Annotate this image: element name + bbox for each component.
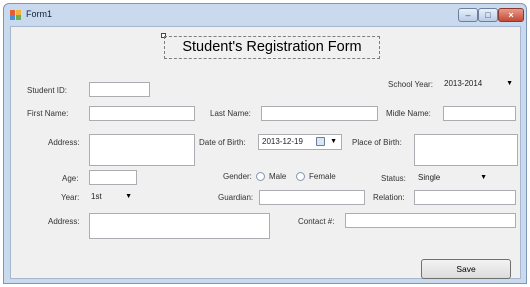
maximize-button[interactable]: □: [478, 8, 498, 22]
date-of-birth-picker[interactable]: 2013-12-19 ▼: [258, 134, 342, 150]
maximize-icon: □: [485, 10, 491, 20]
middle-name-input[interactable]: [443, 106, 516, 121]
chevron-down-icon: ▼: [480, 174, 487, 181]
chevron-down-icon: ▼: [125, 193, 132, 200]
app-icon: [10, 10, 21, 20]
form-heading: Student's Registration Form: [164, 36, 380, 59]
first-name-label: First Name:: [27, 109, 69, 118]
app-window: Form1 – □ × Student's Registration Form …: [3, 3, 527, 284]
gender-label: Gender:: [223, 172, 252, 181]
address-textarea[interactable]: [89, 134, 195, 166]
female-radio[interactable]: [296, 172, 305, 181]
title-bar: Form1 – □ ×: [4, 4, 526, 26]
year-value: 1st: [91, 192, 102, 201]
last-name-label: Last Name:: [210, 109, 251, 118]
guardian-label: Guardian:: [218, 193, 254, 202]
chevron-down-icon: ▼: [506, 80, 513, 87]
form-client-area: Student's Registration Form Student ID: …: [10, 26, 521, 279]
place-of-birth-label: Place of Birth:: [352, 138, 402, 147]
last-name-input[interactable]: [261, 106, 378, 121]
middle-name-label: Midle Name:: [386, 109, 431, 118]
student-id-label: Student ID:: [27, 86, 68, 95]
contact-input[interactable]: [345, 213, 516, 228]
chevron-down-icon: ▼: [330, 138, 337, 145]
year-label: Year:: [61, 193, 80, 202]
relation-label: Relation:: [373, 193, 405, 202]
date-of-birth-label: Date of Birth:: [199, 138, 246, 147]
status-select[interactable]: Single ▼: [414, 170, 492, 186]
minimize-button[interactable]: –: [458, 8, 478, 22]
close-icon: ×: [508, 10, 514, 20]
window-title: Form1: [26, 9, 53, 19]
age-label: Age:: [62, 174, 79, 183]
age-input[interactable]: [89, 170, 137, 185]
school-year-select[interactable]: 2013-2014 ▼: [440, 76, 518, 92]
place-of-birth-textarea[interactable]: [414, 134, 518, 166]
minimize-icon: –: [465, 10, 471, 20]
calendar-icon: [316, 137, 325, 146]
date-of-birth-value: 2013-12-19: [262, 137, 303, 146]
year-select[interactable]: 1st ▼: [87, 189, 137, 205]
guardian-address-label: Address:: [48, 217, 80, 226]
relation-input[interactable]: [414, 190, 516, 205]
close-button[interactable]: ×: [498, 8, 524, 22]
school-year-label: School Year:: [388, 80, 433, 89]
guardian-input[interactable]: [259, 190, 365, 205]
school-year-value: 2013-2014: [444, 79, 483, 88]
guardian-address-textarea[interactable]: [89, 213, 270, 239]
male-radio[interactable]: [256, 172, 265, 181]
first-name-input[interactable]: [89, 106, 195, 121]
student-id-input[interactable]: [89, 82, 150, 97]
status-value: Single: [418, 173, 441, 182]
address-label: Address:: [48, 138, 80, 147]
contact-label: Contact #:: [298, 217, 335, 226]
status-label: Status:: [381, 174, 406, 183]
female-label: Female: [309, 172, 336, 181]
save-button[interactable]: Save: [421, 259, 511, 279]
male-label: Male: [269, 172, 287, 181]
